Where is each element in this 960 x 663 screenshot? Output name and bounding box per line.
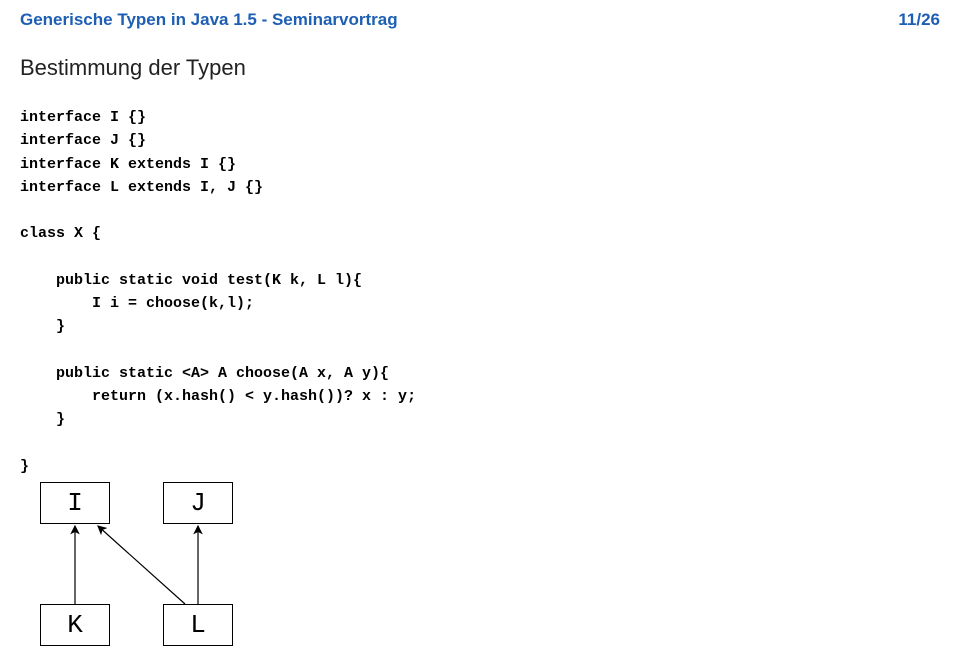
code-line: } — [20, 458, 29, 475]
code-line: } — [20, 318, 65, 335]
code-line: return (x.hash() < y.hash())? x : y; — [20, 388, 416, 405]
diagram-label: K — [67, 610, 83, 640]
code-line: interface K extends I {} — [20, 156, 236, 173]
diagram-box-j: J — [163, 482, 233, 524]
code-line: class X { — [20, 225, 101, 242]
diagram-box-i: I — [40, 482, 110, 524]
code-line: public static <A> A choose(A x, A y){ — [20, 365, 389, 382]
header-page-number: 11/26 — [898, 10, 940, 30]
code-line: public static void test(K k, L l){ — [20, 272, 362, 289]
diagram-box-k: K — [40, 604, 110, 646]
diagram-label: L — [190, 610, 206, 640]
diagram-box-l: L — [163, 604, 233, 646]
slide-subtitle: Bestimmung der Typen — [0, 30, 960, 81]
page-header: Generische Typen in Java 1.5 - Seminarvo… — [0, 0, 960, 30]
diagram-label: I — [67, 488, 83, 518]
type-hierarchy-diagram: I J K L — [20, 482, 320, 652]
code-line: interface L extends I, J {} — [20, 179, 263, 196]
code-block: interface I {} interface J {} interface … — [0, 81, 960, 478]
header-title: Generische Typen in Java 1.5 - Seminarvo… — [20, 10, 398, 30]
code-line: interface J {} — [20, 132, 146, 149]
code-line: } — [20, 411, 65, 428]
code-line: interface I {} — [20, 109, 146, 126]
code-line: I i = choose(k,l); — [20, 295, 254, 312]
diagram-label: J — [190, 488, 206, 518]
